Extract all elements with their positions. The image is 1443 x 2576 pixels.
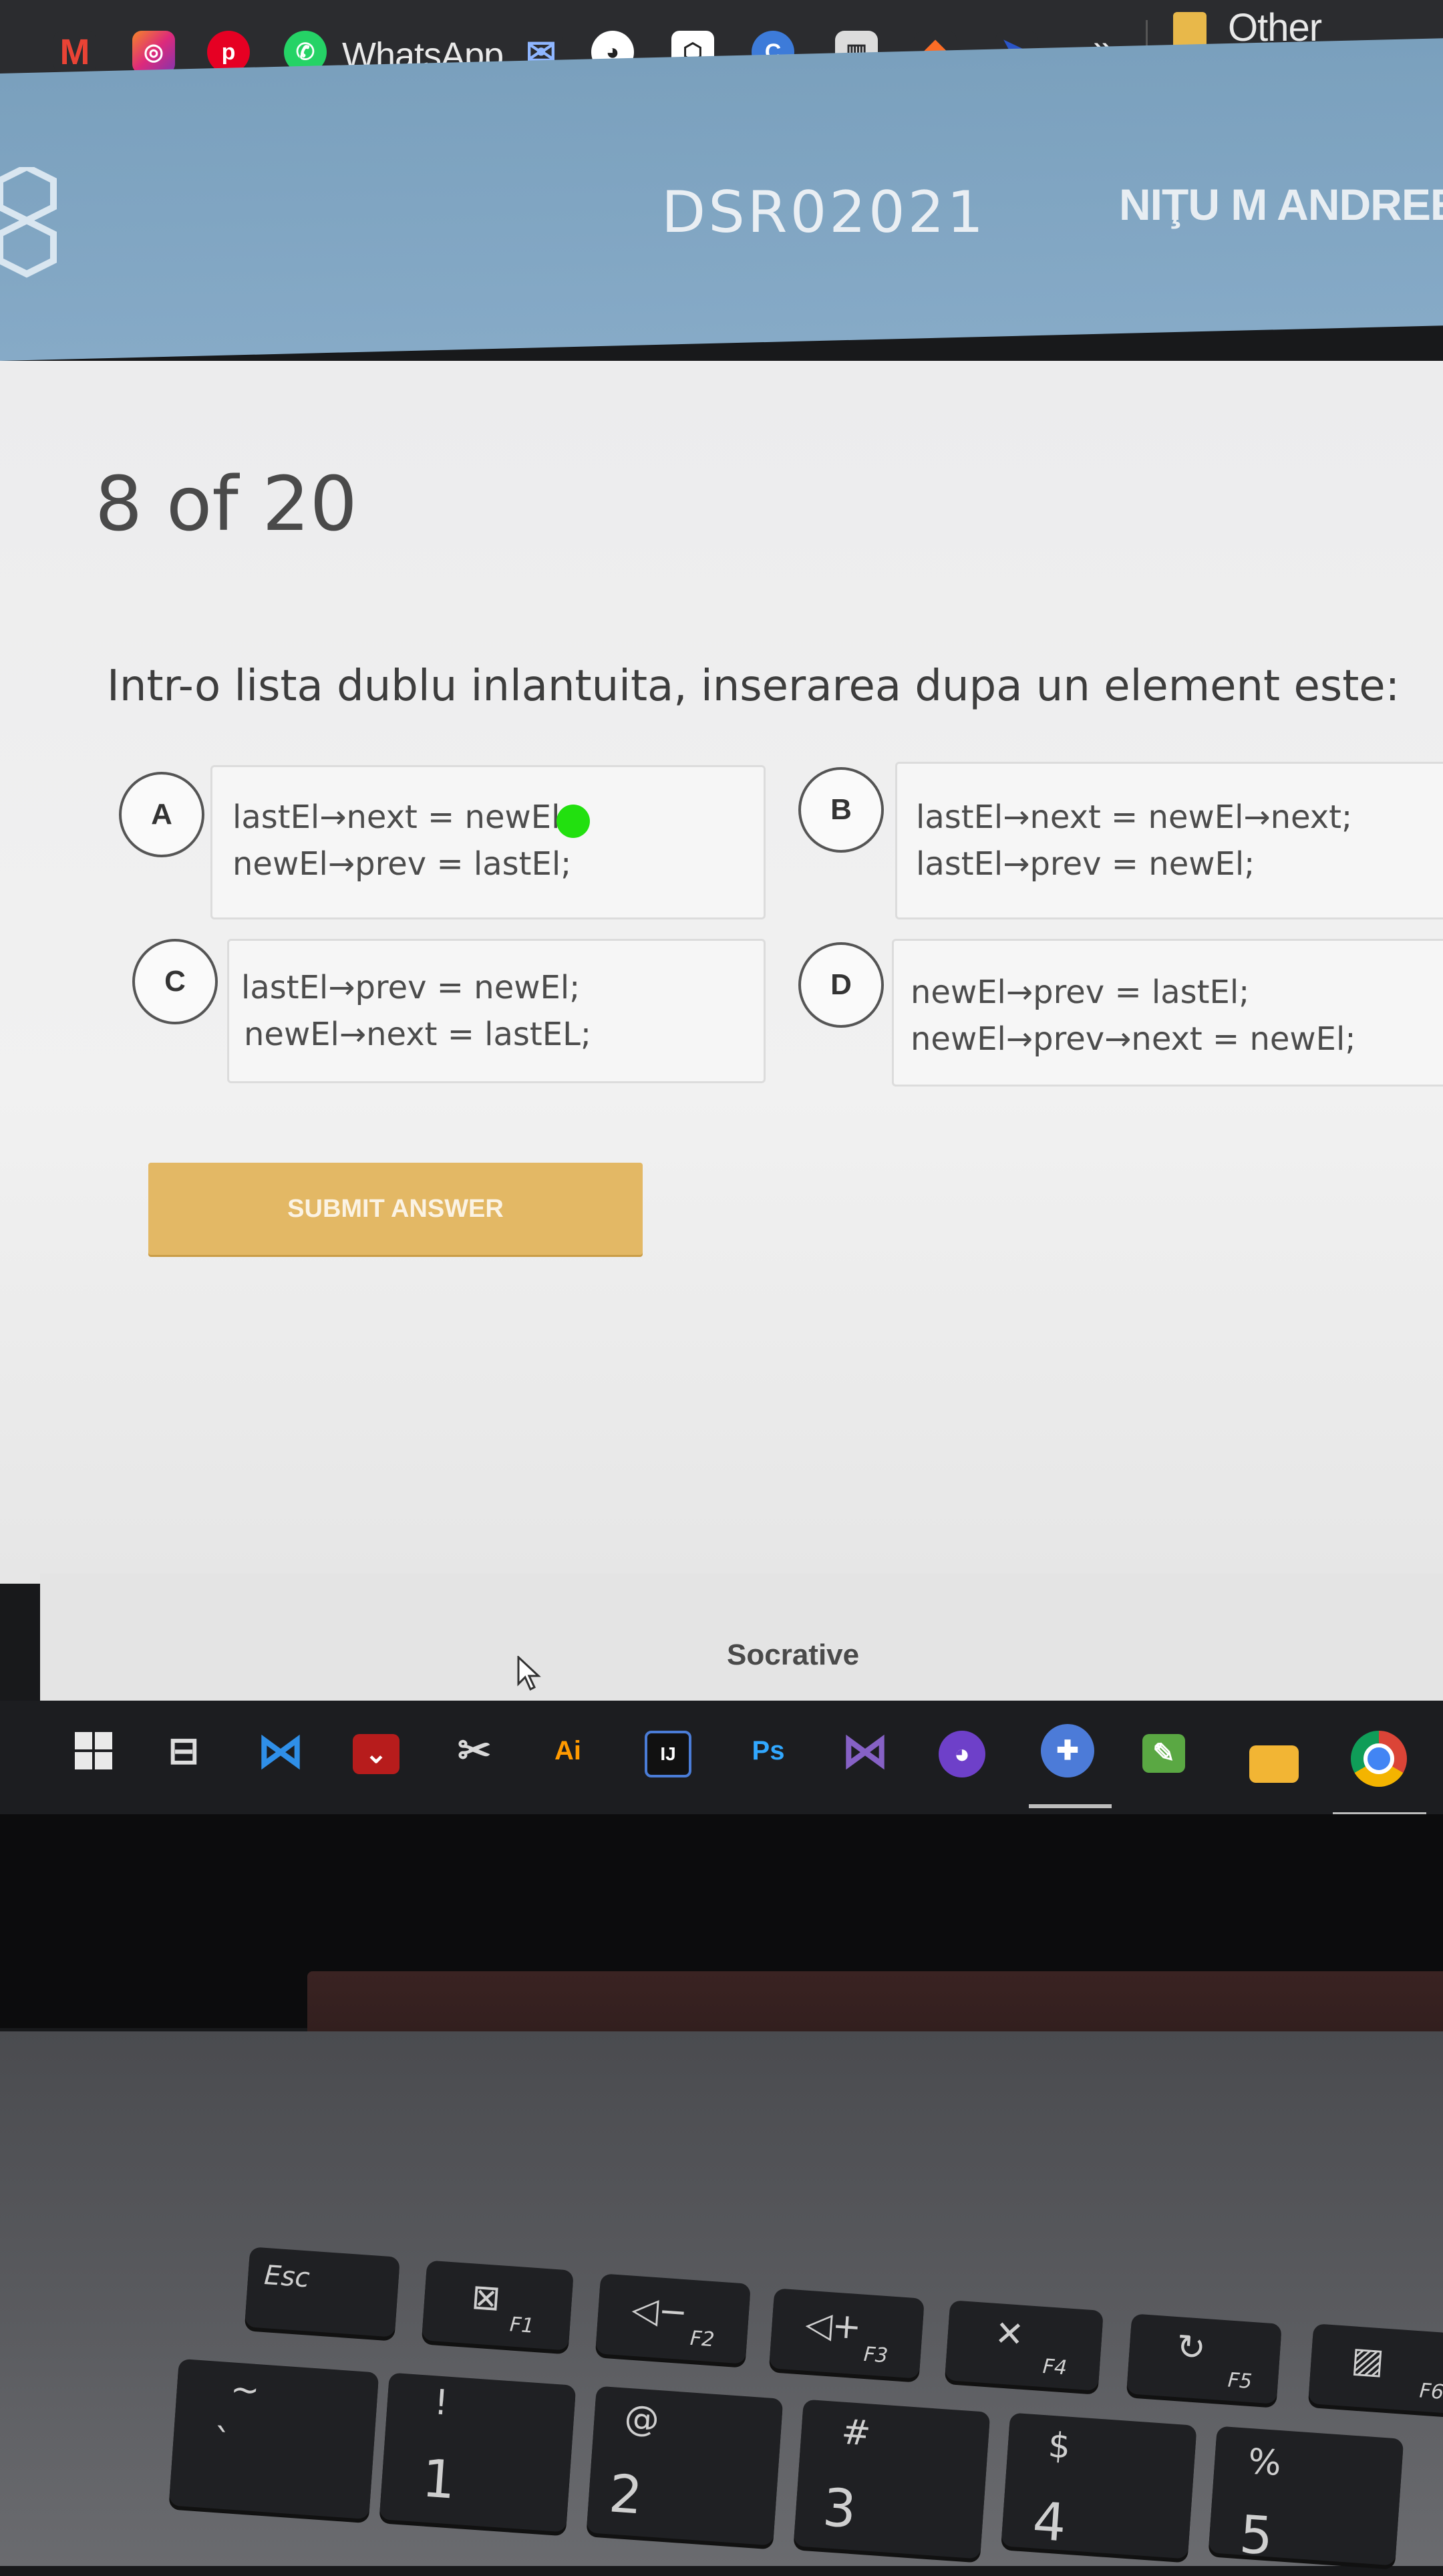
- key-3[interactable]: # 3: [793, 2399, 991, 2559]
- snipping-icon[interactable]: ✂: [448, 1724, 501, 1777]
- option-a-line-1: lastEl→next = newEl;: [232, 799, 571, 836]
- gamepad-icon[interactable]: ✚: [1041, 1724, 1094, 1777]
- submit-answer-button[interactable]: SUBMIT ANSWER: [148, 1163, 643, 1255]
- instagram-icon[interactable]: ◎: [132, 31, 175, 74]
- selected-answer-marker: [556, 805, 590, 838]
- option-c-letter[interactable]: C: [132, 939, 218, 1024]
- key-f6[interactable]: ▨ F6: [1308, 2323, 1443, 2414]
- volume-up-icon: ◁+: [804, 2303, 863, 2348]
- option-a-line-2: newEl→prev = lastEl;: [232, 845, 572, 883]
- key-esc[interactable]: Esc: [245, 2247, 400, 2337]
- refresh-icon: ↻: [1175, 2327, 1207, 2370]
- vscode-icon[interactable]: ⋈: [254, 1724, 307, 1777]
- footer-bar: [40, 1574, 1443, 1701]
- mute-icon: ⊠: [470, 2277, 502, 2319]
- key-f1[interactable]: ⊠ F1: [422, 2260, 574, 2351]
- option-b-letter[interactable]: B: [798, 767, 884, 853]
- option-a-letter[interactable]: A: [119, 772, 204, 857]
- student-name: NIŢU M ANDREE: [1119, 180, 1443, 229]
- option-d[interactable]: newEl→prev = lastEl; newEl→prev→next = n…: [892, 939, 1443, 1087]
- option-d-line-1: newEl→prev = lastEl;: [911, 974, 1250, 1011]
- option-b-line-2: lastEl→prev = newEl;: [916, 845, 1255, 883]
- key-5[interactable]: % 5: [1208, 2426, 1404, 2567]
- active-app-indicator: [1029, 1804, 1112, 1808]
- mouse-cursor-icon: [517, 1656, 541, 1691]
- hexagon-logo-icon: [0, 167, 57, 278]
- task-view-icon[interactable]: ⊟: [157, 1724, 210, 1777]
- question-progress: 8 of 20: [95, 461, 357, 548]
- option-c-line-1: lastEl→prev = newEl;: [241, 969, 581, 1006]
- notepad-icon[interactable]: ✎: [1142, 1734, 1185, 1773]
- visual-studio-icon[interactable]: ⋈: [838, 1724, 892, 1777]
- key-f3[interactable]: ◁+ F3: [769, 2288, 925, 2379]
- key-f5[interactable]: ↻ F5: [1126, 2313, 1282, 2404]
- windows-start-icon[interactable]: [67, 1724, 120, 1777]
- file-explorer-icon[interactable]: [1249, 1745, 1299, 1783]
- photoshop-icon[interactable]: Ps: [742, 1724, 795, 1777]
- option-d-letter[interactable]: D: [798, 942, 884, 1028]
- github-desktop-icon[interactable]: ◕: [939, 1731, 985, 1777]
- option-c-line-2: newEl→next = lastEL;: [244, 1016, 591, 1053]
- windows-taskbar: [0, 1701, 1443, 1814]
- key-f2[interactable]: ◁− F2: [595, 2273, 751, 2364]
- footer-brand[interactable]: Socrative: [727, 1638, 859, 1672]
- key-1[interactable]: ! 1: [379, 2372, 577, 2533]
- gmail-icon[interactable]: M: [53, 31, 96, 74]
- option-a[interactable]: lastEl→next = newEl; newEl→prev = lastEl…: [210, 765, 766, 919]
- chrome-icon[interactable]: [1351, 1731, 1407, 1787]
- question-text: Intr-o lista dublu inlantuita, inserarea…: [107, 662, 1400, 711]
- key-tilde[interactable]: ~ `: [168, 2358, 379, 2520]
- option-b[interactable]: lastEl→next = newEl→next; lastEl→prev = …: [895, 762, 1443, 919]
- course-title: DSR02021: [661, 179, 987, 246]
- key-2[interactable]: @ 2: [586, 2386, 784, 2546]
- key-4[interactable]: $ 4: [1001, 2412, 1197, 2559]
- option-c[interactable]: lastEl→prev = newEl; newEl→next = lastEL…: [227, 939, 766, 1083]
- option-b-line-1: lastEl→next = newEl→next;: [916, 799, 1353, 836]
- option-d-line-2: newEl→prev→next = newEl;: [911, 1020, 1356, 1058]
- volume-down-icon: ◁−: [630, 2289, 689, 2333]
- touchpad-icon: ▨: [1349, 2339, 1386, 2382]
- mic-mute-icon: ✕: [993, 2313, 1025, 2355]
- key-f4[interactable]: ✕ F4: [945, 2300, 1104, 2391]
- illustrator-icon[interactable]: Ai: [541, 1724, 595, 1777]
- mendeley-icon[interactable]: ⌄: [353, 1734, 399, 1774]
- intellij-icon[interactable]: IJ: [645, 1731, 691, 1777]
